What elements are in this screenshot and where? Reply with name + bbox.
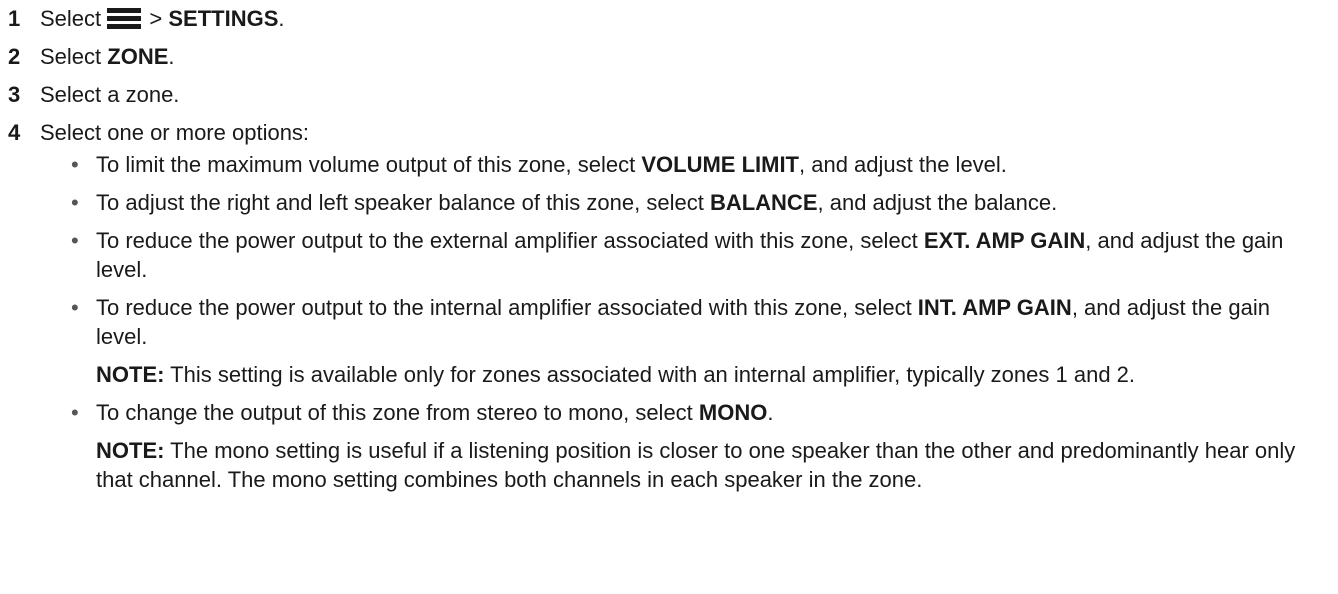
settings-label: SETTINGS [168,6,279,31]
options-list: • To limit the maximum volume output of … [0,150,1338,503]
note-label: NOTE: [96,362,165,387]
ext-amp-gain-label: EXT. AMP GAIN [923,228,1086,253]
step-prefix: Select [40,44,108,69]
bullet-glyph: • [71,295,79,320]
int-amp-gain-label: INT. AMP GAIN [917,295,1072,320]
step-prefix: Select [40,6,102,31]
step-text: Select ZONE. [40,38,175,76]
step-3: 3 Select a zone. [0,76,1338,114]
step-number: 4 [8,120,21,145]
bullet-glyph: • [71,152,79,177]
bullet-glyph: • [71,400,79,425]
steps-list: 1 Select > SETTINGS. 2 Select ZONE. 3 Se… [0,0,1338,152]
balance-label: BALANCE [709,190,818,215]
step-text: Select a zone. [40,82,180,107]
option-text-end: , and adjust the balance. [817,190,1058,215]
step-4: 4 Select one or more options: [0,114,1338,152]
step-number: 2 [8,44,21,69]
step-1: 1 Select > SETTINGS. [0,0,1338,38]
option-text: To reduce the power output to the extern… [96,228,924,253]
menu-icon [107,8,142,29]
option-ext-amp-gain: • To reduce the power output to the exte… [0,226,1338,284]
option-int-amp-gain: • To reduce the power output to the inte… [0,293,1338,351]
option-volume-limit: • To limit the maximum volume output of … [0,150,1338,179]
option-text: To reduce the power output to the intern… [96,295,918,320]
note-text: This setting is available only for zones… [164,362,1136,387]
option-text-end: . [767,400,774,425]
step-number: 3 [8,82,21,107]
option-text: To limit the maximum volume output of th… [96,152,642,177]
bullet-glyph: • [71,228,79,253]
mono-label: MONO [698,400,768,425]
step-text: Select > SETTINGS. [40,0,285,38]
option-text: To change the output of this zone from s… [96,400,699,425]
note-mono: NOTE: The mono setting is useful if a li… [0,436,1338,494]
note-text: The mono setting is useful if a listenin… [96,438,1296,492]
step-number: 1 [8,6,21,31]
option-text: To adjust the right and left speaker bal… [96,190,710,215]
step-separator: > [143,6,169,31]
step-suffix: . [168,44,175,69]
zone-label: ZONE [107,44,169,69]
step-suffix: . [278,6,285,31]
note-int-amp: NOTE: This setting is available only for… [0,360,1338,389]
bullet-glyph: • [71,190,79,215]
step-2: 2 Select ZONE. [0,38,1338,76]
document-page: { "steps": [ {"num": "1", "prefix": "Sel… [0,0,1338,594]
option-mono: • To change the output of this zone from… [0,398,1338,427]
step-text: Select one or more options: [40,120,310,145]
option-balance: • To adjust the right and left speaker b… [0,188,1338,217]
note-label: NOTE: [96,438,165,463]
volume-limit-label: VOLUME LIMIT [641,152,799,177]
option-text-end: , and adjust the level. [799,152,1007,177]
